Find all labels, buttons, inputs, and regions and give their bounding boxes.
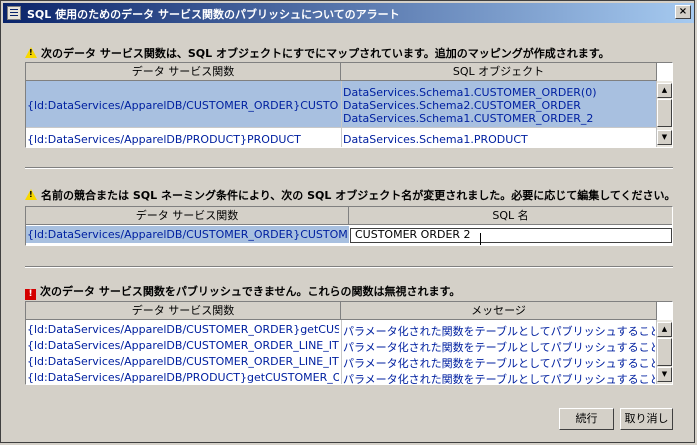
function-cell: {ld:DataServices/ApparelDB/CUSTOMER_ORDE… [27,99,339,112]
vertical-scrollbar[interactable]: ▲ ▼ [656,320,672,384]
sql-name-input[interactable]: CUSTOMER ORDER 2 [350,228,672,243]
section2-message: 名前の競合または SQL ネーミング条件により、次の SQL オブジェクト名が変… [25,187,676,203]
alert-dialog: SQL 使用のためのデータ サービス関数のパブリッシュについてのアラート × 次… [0,0,695,443]
function-cell: {ld:DataServices/ApparelDB/CUSTOMER_ORDE… [27,339,339,352]
function-cell: {ld:DataServices/ApparelDB/PRODUCT}getCU… [27,371,339,384]
column-header-function[interactable]: データ サービス関数 [26,302,341,320]
section3-message: ! 次のデータ サービス関数をパブリッシュできません。これらの関数は無視されます。 [25,283,460,300]
separator [25,167,673,169]
scroll-up-arrow-icon[interactable]: ▲ [657,322,672,337]
function-cell: {ld:DataServices/ApparelDB/CUSTOMER_ORDE… [27,228,347,241]
scroll-up-arrow-icon[interactable]: ▲ [657,83,672,98]
sql-object-cell: DataServices.Schema1.PRODUCT [343,133,528,146]
vertical-scrollbar[interactable]: ▲ ▼ [656,81,672,147]
warning-icon [25,189,37,200]
message-cell: パラメータ化された関数をテーブルとしてパブリッシュすることはできま... [343,341,655,354]
sql-object-cell: DataServices.Schema1.CUSTOMER_ORDER_2 [343,112,594,125]
scroll-thumb[interactable] [657,99,672,127]
scroll-down-arrow-icon[interactable]: ▼ [657,130,672,145]
mapped-functions-table[interactable]: データ サービス関数 SQL オブジェクト {ld:DataServices/A… [25,62,673,148]
error-icon: ! [25,289,36,300]
column-header-sql-name[interactable]: SQL 名 [349,207,672,225]
scroll-thumb[interactable] [657,338,672,366]
function-cell: {ld:DataServices/ApparelDB/CUSTOMER_ORDE… [27,323,339,336]
app-icon [7,6,21,20]
column-header-function[interactable]: データ サービス関数 [26,207,349,225]
text-cursor-icon [480,233,486,245]
sql-object-cell: DataServices.Schema1.CUSTOMER_ORDER(0) [343,86,597,99]
scroll-down-arrow-icon[interactable]: ▼ [657,367,672,382]
separator [25,266,673,268]
unpublishable-functions-table[interactable]: データ サービス関数 メッセージ {ld:DataServices/Appare… [25,301,673,385]
title-bar[interactable]: SQL 使用のためのデータ サービス関数のパブリッシュについてのアラート × [3,3,694,23]
column-header-sql-object[interactable]: SQL オブジェクト [341,63,657,81]
column-header-function[interactable]: データ サービス関数 [26,63,341,81]
renamed-objects-table[interactable]: データ サービス関数 SQL 名 {ld:DataServices/Appare… [25,206,673,246]
continue-button[interactable]: 続行 [559,408,614,430]
window-title: SQL 使用のためのデータ サービス関数のパブリッシュについてのアラート [27,8,400,21]
message-cell: パラメータ化された関数をテーブルとしてパブリッシュすることはできま... [343,325,655,338]
sql-object-cell: DataServices.Schema2.CUSTOMER_ORDER [343,99,581,112]
column-header-message[interactable]: メッセージ [341,302,657,320]
message-cell: パラメータ化された関数をテーブルとしてパブリッシュすることはできま... [343,373,655,385]
section1-message: 次のデータ サービス関数は、SQL オブジェクトにすでにマップされています。追加… [25,45,610,61]
close-button[interactable]: × [675,5,691,19]
message-cell: パラメータ化された関数をテーブルとしてパブリッシュすることはできま... [343,357,655,370]
function-cell: {ld:DataServices/ApparelDB/PRODUCT}PRODU… [27,133,301,146]
cancel-button[interactable]: 取り消し [620,408,673,430]
function-cell: {ld:DataServices/ApparelDB/CUSTOMER_ORDE… [27,355,339,368]
warning-icon [25,47,37,58]
